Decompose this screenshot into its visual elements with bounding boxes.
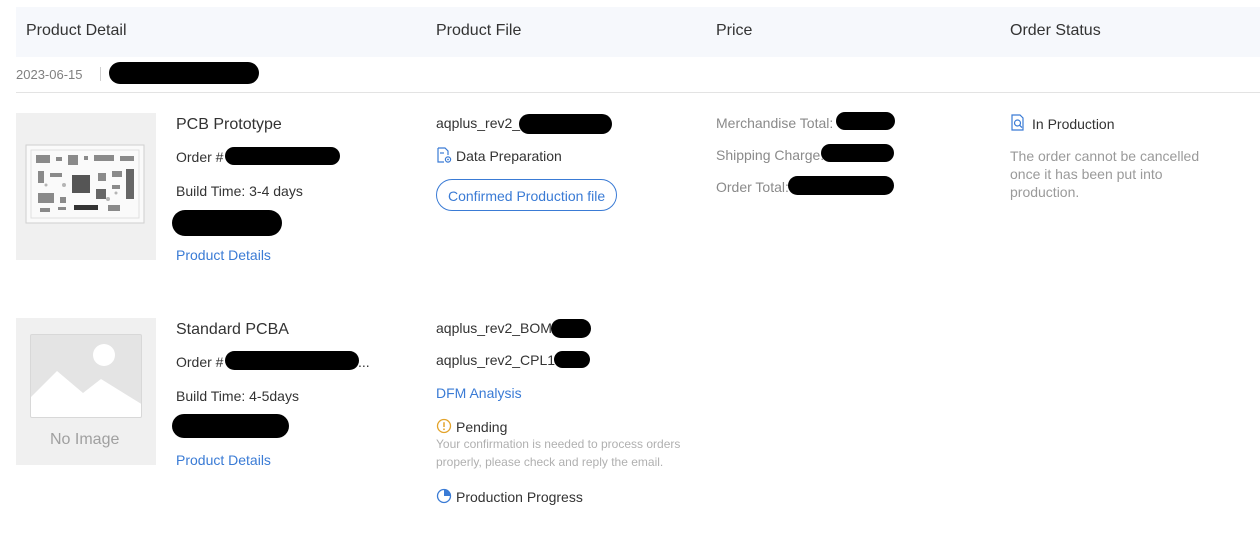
date-separator: [100, 67, 101, 81]
column-header-price: Price: [716, 22, 753, 39]
row-divider: [16, 92, 1260, 93]
product-file-name[interactable]: aqplus_rev2_: [436, 115, 520, 131]
order-status-note: The order cannot be cancelled once it ha…: [1010, 148, 1200, 200]
redacted-cpl-suffix: [554, 351, 590, 368]
dfm-analysis-link[interactable]: DFM Analysis: [436, 385, 522, 401]
product-thumbnail[interactable]: [16, 113, 156, 260]
shipping-charge-label: Shipping Charge:: [716, 147, 825, 163]
magnifier-doc-icon: [1010, 114, 1026, 132]
exclamation-circle-icon: [436, 418, 452, 434]
no-image-text: No Image: [50, 431, 120, 448]
redacted-order-id: [225, 147, 340, 165]
product-details-link[interactable]: Product Details: [176, 247, 271, 263]
pending-note: Your confirmation is needed to process o…: [436, 437, 681, 469]
order-date: 2023-06-15: [16, 67, 83, 82]
cpl-file-name[interactable]: aqplus_rev2_CPL1: [436, 352, 555, 368]
pie-progress-icon: [436, 488, 452, 504]
merchandise-total-label: Merchandise Total:: [716, 115, 834, 131]
column-header-product-file: Product File: [436, 22, 522, 39]
redacted-shipping-charge: [821, 144, 894, 162]
redacted-order-id: [225, 351, 359, 370]
order-number-label: Order #: [176, 149, 224, 165]
redacted-spec: [172, 414, 289, 438]
product-title: PCB Prototype: [176, 116, 282, 133]
column-header-product-detail: Product Detail: [26, 22, 127, 39]
redacted-merchandise-total: [836, 112, 895, 130]
redacted-spec: [172, 210, 282, 236]
order-status-text: In Production: [1032, 116, 1115, 132]
build-time: Build Time: 4-5days: [176, 388, 299, 404]
redacted-bom-suffix: [551, 319, 591, 338]
mountain-image-icon: [30, 334, 142, 418]
redacted-order-total: [788, 176, 894, 195]
redacted-file-name: [519, 114, 612, 134]
product-details-link[interactable]: Product Details: [176, 452, 271, 468]
column-header-order-status: Order Status: [1010, 22, 1101, 39]
pending-status-text: Pending: [456, 419, 508, 435]
order-total-label: Order Total:: [716, 179, 789, 195]
bom-file-name[interactable]: aqplus_rev2_BOM: [436, 320, 552, 336]
order-number-ellipsis: ...: [358, 354, 370, 370]
redacted-order-number: [109, 62, 259, 84]
document-gear-icon: [436, 147, 452, 164]
file-status-text: Data Preparation: [456, 148, 562, 164]
build-time: Build Time: 3-4 days: [176, 183, 303, 199]
pcb-board-icon: [25, 144, 145, 224]
product-title: Standard PCBA: [176, 321, 289, 338]
confirmed-production-file-button[interactable]: Confirmed Production file: [436, 179, 618, 211]
production-progress-link[interactable]: Production Progress: [456, 489, 583, 505]
order-number-label: Order #: [176, 354, 224, 370]
